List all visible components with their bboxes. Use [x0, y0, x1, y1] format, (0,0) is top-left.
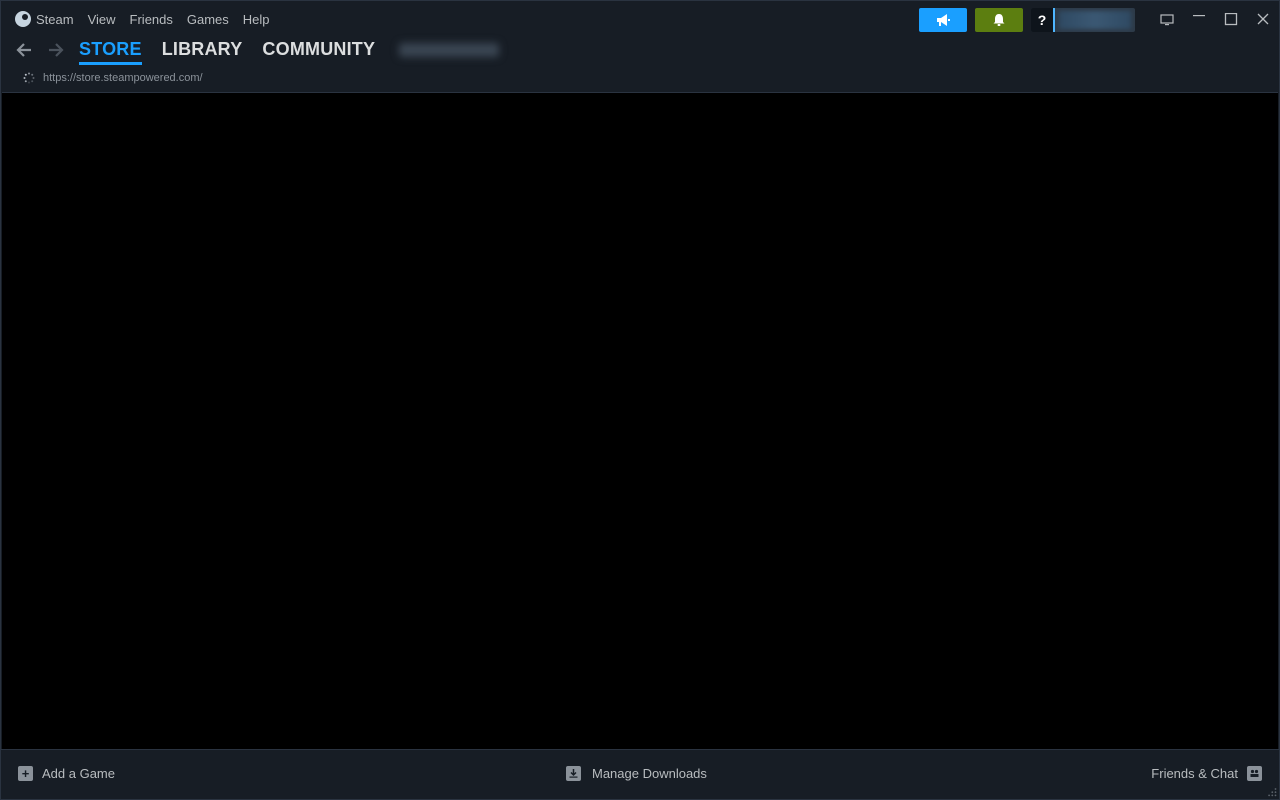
close-icon	[1257, 13, 1269, 25]
account-name-redacted	[1059, 11, 1131, 29]
store-content-area[interactable]	[2, 92, 1278, 751]
bell-icon	[993, 14, 1005, 26]
top-right-controls: ?	[919, 8, 1279, 32]
announcements-button[interactable]	[919, 8, 967, 32]
minimize-icon	[1193, 15, 1205, 17]
bottom-bar: + Add a Game Manage Downloads Friends & …	[1, 749, 1279, 799]
menu-steam[interactable]: Steam	[36, 12, 74, 27]
resize-grip-icon[interactable]	[1267, 787, 1277, 797]
arrow-right-icon	[49, 43, 64, 57]
account-menu[interactable]: ?	[1031, 8, 1135, 32]
forward-button[interactable]	[46, 40, 66, 60]
maximize-icon	[1224, 13, 1238, 26]
tab-username-redacted[interactable]	[399, 43, 500, 57]
manage-downloads-button[interactable]: Manage Downloads	[566, 766, 707, 781]
menu-view[interactable]: View	[88, 12, 116, 27]
navigation-bar: STORE LIBRARY COMMUNITY	[1, 37, 1279, 65]
tab-store[interactable]: STORE	[79, 39, 142, 65]
loading-spinner-icon	[23, 72, 35, 84]
url-text[interactable]: https://store.steampowered.com/	[43, 72, 203, 84]
minimize-button[interactable]	[1183, 8, 1215, 32]
steam-logo-icon	[15, 11, 31, 27]
notifications-button[interactable]	[975, 8, 1023, 32]
add-game-button[interactable]: + Add a Game	[18, 766, 115, 781]
friends-chat-label: Friends & Chat	[1151, 766, 1238, 781]
close-button[interactable]	[1247, 8, 1279, 32]
tab-library[interactable]: LIBRARY	[162, 39, 243, 62]
manage-downloads-label: Manage Downloads	[592, 766, 707, 781]
friends-chat-button[interactable]: Friends & Chat	[1151, 766, 1262, 781]
add-game-label: Add a Game	[42, 766, 115, 781]
megaphone-icon	[937, 14, 950, 26]
tab-community[interactable]: COMMUNITY	[262, 39, 375, 62]
download-icon	[566, 766, 581, 781]
monitor-icon	[1160, 14, 1174, 26]
back-button[interactable]	[14, 40, 34, 60]
maximize-button[interactable]	[1215, 8, 1247, 32]
menu-games[interactable]: Games	[187, 12, 229, 27]
friends-icon	[1247, 766, 1262, 781]
help-icon[interactable]: ?	[1031, 8, 1055, 32]
url-bar: https://store.steampowered.com/	[1, 69, 203, 87]
menu-help[interactable]: Help	[243, 12, 270, 27]
big-picture-button[interactable]	[1151, 8, 1183, 32]
plus-icon: +	[18, 766, 33, 781]
menu-friends[interactable]: Friends	[130, 12, 173, 27]
steam-window: Steam View Friends Games Help ? STORE LI…	[0, 0, 1280, 800]
arrow-left-icon	[16, 43, 31, 57]
